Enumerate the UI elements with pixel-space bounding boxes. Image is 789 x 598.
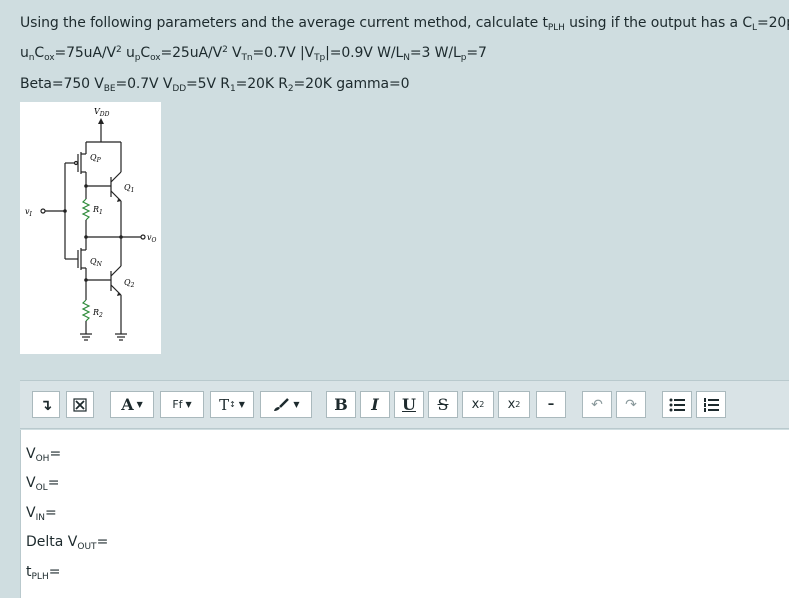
font-size-dropdown[interactable]: T ↕ ▼ bbox=[210, 391, 254, 418]
question-line-1: Using the following parameters and the a… bbox=[20, 15, 789, 33]
redo-icon: ↷ bbox=[625, 396, 637, 413]
undo-icon: ↶ bbox=[591, 396, 603, 413]
caret-down-icon: ▼ bbox=[293, 400, 300, 409]
qp-label: QP bbox=[90, 153, 102, 164]
numbered-list-icon bbox=[704, 397, 719, 412]
q2-label: Q2 bbox=[124, 278, 135, 289]
redo-button[interactable]: ↷ bbox=[616, 391, 646, 418]
question-line-3: Beta=750 VBE=0.7V VDD=5V R1=20K R2=20K g… bbox=[20, 76, 410, 94]
circuit-figure: VDD QP Q1 R1 vI vO QN Q2 R2 bbox=[20, 102, 161, 354]
numbered-list-button[interactable] bbox=[696, 391, 726, 418]
undo-button[interactable]: ↶ bbox=[582, 391, 612, 418]
vdd-label: VDD bbox=[94, 107, 110, 118]
r1-label: R1 bbox=[92, 205, 103, 216]
arrow-down-right-icon: ↴ bbox=[39, 395, 53, 414]
answer-voh: VOH= bbox=[26, 446, 62, 464]
vo-label: vO bbox=[147, 233, 157, 244]
q1-label: Q1 bbox=[124, 183, 134, 194]
editor-toolbar: ↴ A ▼ Ff ▼ T ↕ ▼ ▼ B I U S x2 x2 – ↶ ↷ bbox=[20, 380, 789, 429]
italic-button[interactable]: I bbox=[360, 391, 390, 418]
superscript-button[interactable]: x2 bbox=[498, 391, 530, 418]
size-arrows-icon: ↕ bbox=[229, 400, 236, 409]
qn-label: QN bbox=[90, 257, 103, 268]
subscript-button[interactable]: x2 bbox=[462, 391, 494, 418]
clear-format-icon bbox=[73, 397, 87, 412]
circuit-diagram: VDD QP Q1 R1 vI vO QN Q2 R2 bbox=[25, 107, 157, 341]
r2-label: R2 bbox=[92, 308, 103, 319]
style-dropdown[interactable]: ▼ bbox=[260, 391, 312, 418]
bullet-list-icon bbox=[669, 398, 685, 411]
caret-down-icon: ▼ bbox=[136, 400, 143, 409]
answer-delta-vout: Delta VOUT= bbox=[26, 534, 109, 552]
horizontal-line-button[interactable]: – bbox=[536, 391, 566, 418]
answer-editor[interactable]: VOH= VOL= VIN= Delta VOUT= tPLH= bbox=[20, 430, 789, 598]
caret-down-icon: ▼ bbox=[238, 400, 245, 409]
font-family-dropdown[interactable]: Ff ▼ bbox=[160, 391, 204, 418]
indent-button[interactable]: ↴ bbox=[32, 391, 60, 418]
paintbrush-icon bbox=[274, 397, 290, 411]
font-color-dropdown[interactable]: A ▼ bbox=[110, 391, 154, 418]
answer-vol: VOL= bbox=[26, 475, 60, 493]
vi-label: vI bbox=[25, 207, 33, 218]
answer-vin: VIN= bbox=[26, 505, 57, 523]
question-line-2: unCox=75uA/V2 upCox=25uA/V2 VTn=0.7V |VT… bbox=[20, 45, 487, 63]
caret-down-icon: ▼ bbox=[185, 400, 192, 409]
clear-format-button[interactable] bbox=[66, 391, 94, 418]
answer-tplh: tPLH= bbox=[26, 564, 61, 582]
bold-button[interactable]: B bbox=[326, 391, 356, 418]
strikethrough-button[interactable]: S bbox=[428, 391, 458, 418]
underline-button[interactable]: U bbox=[394, 391, 424, 418]
bullet-list-button[interactable] bbox=[662, 391, 692, 418]
